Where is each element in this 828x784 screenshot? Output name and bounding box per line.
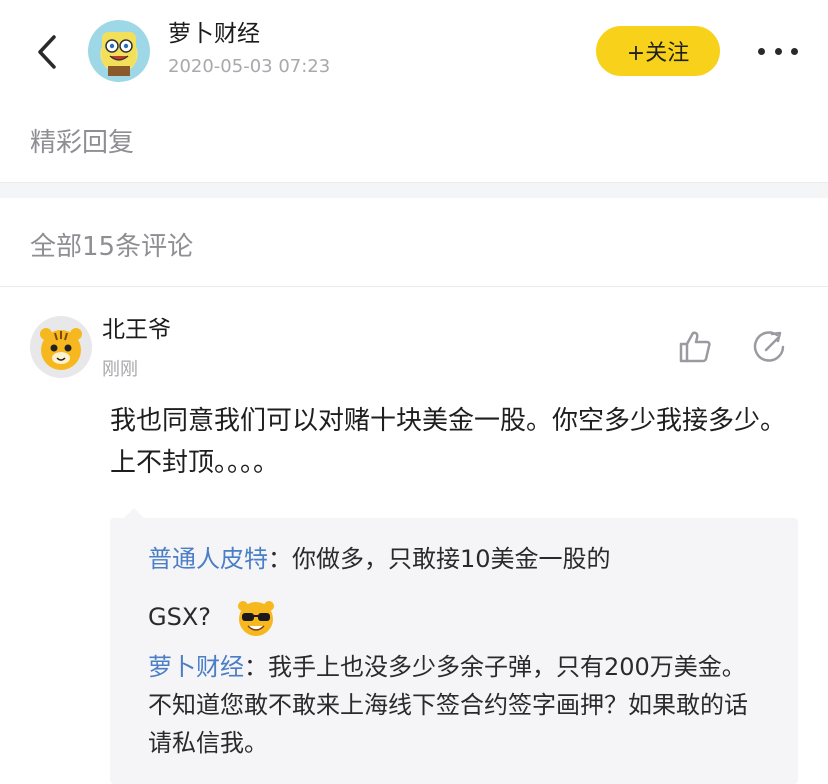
reply-continuation: GSX? xyxy=(148,594,279,640)
commenter-name[interactable]: 北王爷 xyxy=(102,310,171,344)
quoted-reply: 普通人皮特：你做多，只敢接10美金一股的 xyxy=(148,545,611,573)
commenter-avatar[interactable] xyxy=(30,316,92,378)
quoted-replies: 普通人皮特：你做多，只敢接10美金一股的 GSX? 萝卜财经：我手上也没多少多余… xyxy=(110,508,798,784)
follow-button[interactable]: +关注 xyxy=(596,26,720,76)
reply-user-link[interactable]: 萝卜财经 xyxy=(148,653,244,681)
more-icon xyxy=(758,47,765,55)
cartoon-avatar-icon xyxy=(102,32,136,76)
back-button[interactable] xyxy=(30,30,64,74)
share-button[interactable] xyxy=(750,328,790,366)
reply-text: 你做多，只敢接10美金一股的 xyxy=(292,545,611,573)
reply-user-link[interactable]: 普通人皮特 xyxy=(148,545,268,573)
cool-tiger-emoji-icon xyxy=(238,601,275,636)
section-divider xyxy=(0,182,828,198)
back-icon xyxy=(38,35,56,69)
comment-text: 我也同意我们可以对赌十块美金一股。你空多少我接多少。上不封顶。。。。 xyxy=(110,406,787,478)
quoted-reply: 萝卜财经：我手上也没多少多余子弹，只有200万美金。不知道您敢不敢来上海线下签合… xyxy=(148,653,748,757)
comment-time: 刚刚 xyxy=(102,359,138,380)
author-name[interactable]: 萝卜财经 xyxy=(168,14,260,48)
featured-replies-title: 精彩回复 xyxy=(30,128,135,158)
more-button[interactable] xyxy=(758,38,798,64)
all-comments-title: 全部15条评论 xyxy=(30,232,194,262)
post-header: 萝卜财经 2020-05-03 07:23 +关注 xyxy=(0,0,828,104)
like-button[interactable] xyxy=(676,328,714,366)
post-timestamp: 2020-05-03 07:23 xyxy=(168,56,331,77)
like-icon xyxy=(679,331,711,363)
divider-line xyxy=(0,286,828,287)
author-avatar[interactable] xyxy=(88,20,150,82)
tiger-avatar-icon xyxy=(40,328,82,370)
share-icon xyxy=(753,331,785,362)
